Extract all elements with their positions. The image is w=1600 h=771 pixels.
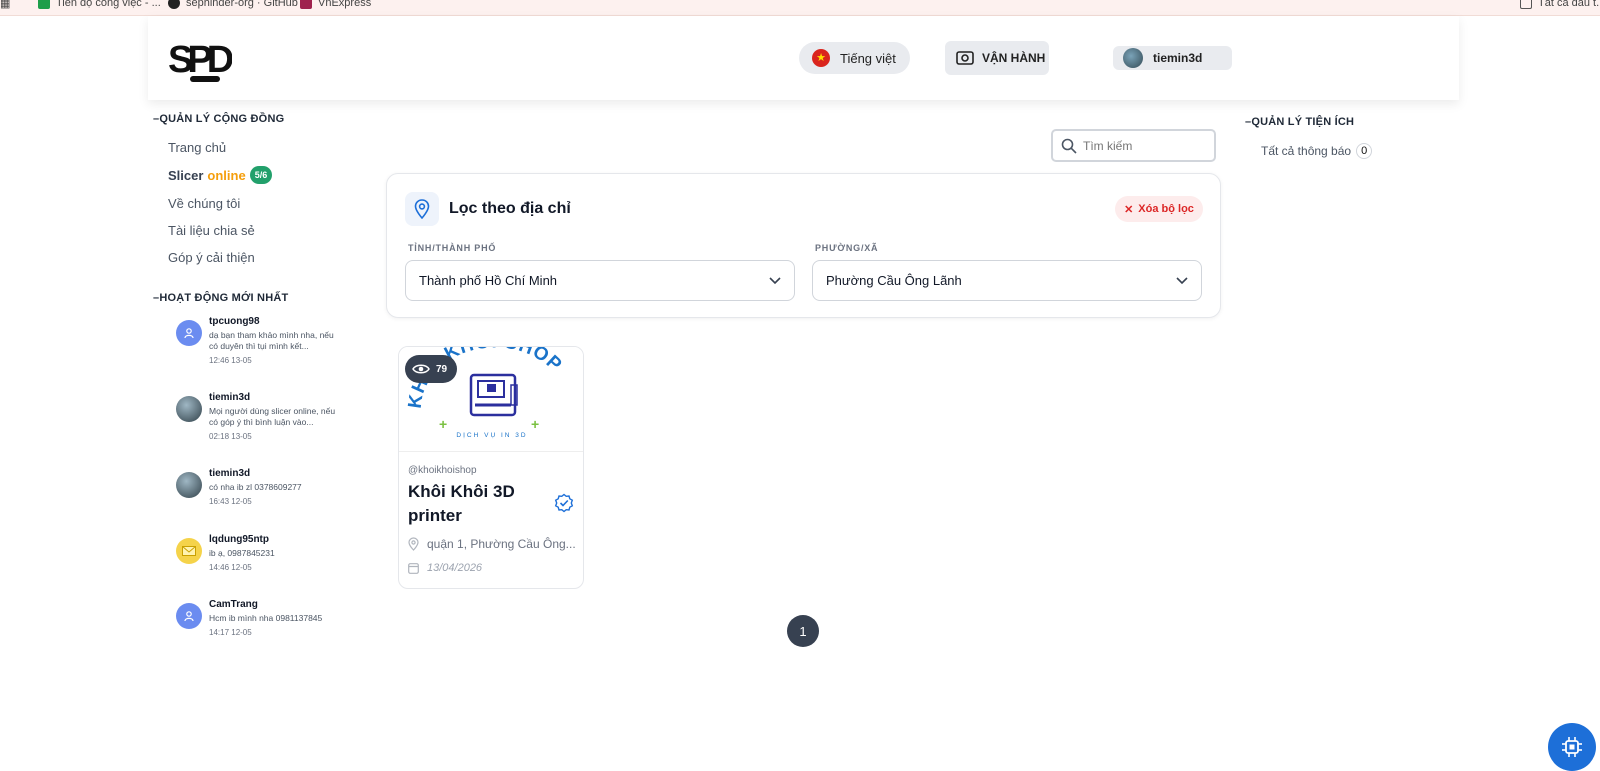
- spd-logo[interactable]: SPD: [168, 32, 232, 88]
- community-section-title: –QUẢN LÝ CỘNG ĐỒNG: [153, 113, 285, 125]
- person-icon: [176, 320, 202, 346]
- shop-address: quận 1, Phường Cầu Ông...: [408, 537, 576, 551]
- avatar: [176, 396, 202, 422]
- bookmark-item[interactable]: VnExpress: [300, 0, 371, 9]
- search-input[interactable]: [1083, 138, 1203, 153]
- address-filter-panel: Lọc theo địa chỉ ✕ Xóa bộ lọc TỈNH/THÀNH…: [386, 173, 1221, 318]
- envelope-icon: [176, 538, 202, 564]
- svg-text:DỊCH VỤ IN 3D: DỊCH VỤ IN 3D: [456, 432, 527, 439]
- close-icon: ✕: [1124, 203, 1134, 216]
- vnexpress-icon: [300, 0, 312, 9]
- user-menu[interactable]: tiemin3d: [1113, 46, 1232, 70]
- sheets-icon: [38, 0, 50, 9]
- language-label: Tiếng việt: [840, 50, 896, 66]
- chip-icon: [1562, 737, 1582, 757]
- clear-filter-button[interactable]: ✕ Xóa bộ lọc: [1115, 196, 1203, 222]
- page-button-current[interactable]: 1: [787, 615, 819, 647]
- bookmark-item[interactable]: Tiến độ công việc - ...: [38, 0, 161, 9]
- shop-date: 13/04/2026: [408, 562, 482, 574]
- verified-badge-icon: [554, 493, 574, 513]
- svg-text:+: +: [439, 416, 447, 432]
- search-icon: [1061, 138, 1077, 154]
- chevron-down-icon: [769, 277, 781, 285]
- shop-title[interactable]: Khôi Khôi 3D printer: [408, 480, 548, 528]
- eye-icon: [412, 364, 430, 374]
- gear-box-icon: [956, 51, 974, 65]
- chevron-down-icon: [1176, 277, 1188, 285]
- utility-section-title: –QUẢN LÝ TIỆN ÍCH: [1245, 116, 1355, 128]
- site-header: SPD ★ Tiếng việt VẬN HÀNH tiemin3d: [148, 16, 1459, 100]
- shop-handle: @khoikhoishop: [408, 465, 477, 476]
- nav-slicer-online[interactable]: Slicer online 5/6: [168, 166, 273, 184]
- person-icon: [176, 603, 202, 629]
- svg-text:SPD: SPD: [168, 39, 232, 81]
- location-pin-icon: [405, 192, 439, 226]
- province-label: TỈNH/THÀNH PHỐ: [408, 243, 497, 253]
- operation-label: VẬN HÀNH: [982, 51, 1046, 65]
- operation-button[interactable]: VẬN HÀNH: [945, 41, 1049, 75]
- floating-chip-button[interactable]: [1548, 723, 1596, 771]
- ward-label: PHƯỜNG/XÃ: [815, 243, 879, 253]
- vietnam-flag-icon: ★: [812, 49, 830, 67]
- avatar: [1123, 48, 1143, 68]
- nav-home[interactable]: Trang chủ: [168, 140, 226, 155]
- location-pin-icon: [408, 537, 419, 551]
- github-icon: [168, 0, 180, 9]
- language-selector[interactable]: ★ Tiếng việt: [799, 42, 910, 74]
- all-notifications-link[interactable]: Tất cả thông báo 0: [1261, 143, 1373, 159]
- filter-title: Lọc theo địa chỉ: [449, 200, 571, 217]
- province-select[interactable]: Thành phố Hồ Chí Minh: [405, 260, 795, 301]
- bookmarks-bar: ▦ Tiến độ công việc - ... sephinder-org …: [0, 0, 1600, 16]
- apps-grid-icon[interactable]: ▦: [0, 0, 10, 10]
- folder-icon: [1520, 0, 1532, 9]
- shop-logo-image: KHÔI KHÔI SHOP + + DỊCH VỤ IN 3D 79: [399, 347, 583, 452]
- nav-feedback[interactable]: Góp ý cải thiện: [168, 250, 255, 265]
- username: tiemin3d: [1153, 51, 1203, 65]
- view-count-badge: 79: [405, 355, 457, 383]
- slicer-count-badge: 5/6: [249, 166, 273, 184]
- svg-text:+: +: [531, 416, 539, 432]
- nav-about[interactable]: Về chúng tôi: [168, 196, 240, 211]
- bookmark-all[interactable]: Tất cả dấu t...: [1520, 0, 1600, 9]
- shop-card[interactable]: KHÔI KHÔI SHOP + + DỊCH VỤ IN 3D 79 @kho…: [398, 346, 584, 589]
- calendar-icon: [408, 563, 419, 574]
- activity-section-title: –HOẠT ĐỘNG MỚI NHẤT: [153, 292, 289, 304]
- nav-documents[interactable]: Tài liệu chia sẻ: [168, 223, 255, 238]
- bookmark-item[interactable]: sephinder-org · GitHub: [168, 0, 298, 9]
- ward-select[interactable]: Phường Cầu Ông Lãnh: [812, 260, 1202, 301]
- avatar: [176, 472, 202, 498]
- notification-count-badge: 0: [1356, 143, 1373, 159]
- search-box[interactable]: [1051, 129, 1216, 162]
